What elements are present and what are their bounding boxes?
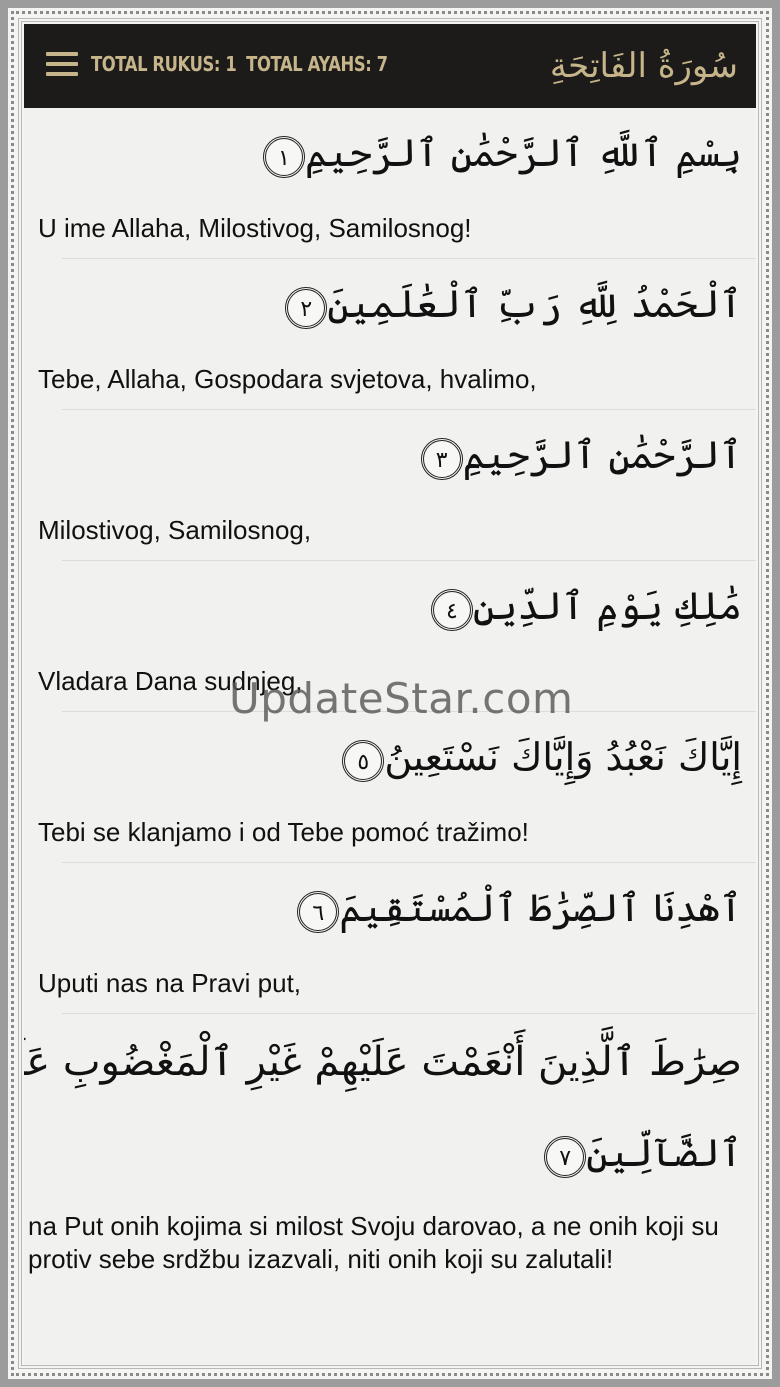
ayah-item[interactable]: إِيَّاكَ نَعْبُدُ وَإِيَّاكَ نَسْتَعِينُ…: [24, 712, 756, 863]
watermark: UpdateStar.com: [229, 674, 574, 723]
ayah-translation: Tebi se klanjamo i od Tebe pomoć tražimo…: [38, 817, 529, 847]
ayah-translation: Uputi nas na Pravi put,: [38, 968, 302, 998]
ayah-item[interactable]: ٱلْحَمْدُ لِلَّهِ رَبِّ ٱلْعَٰلَمِينَ٢ T…: [24, 259, 756, 410]
surah-stats: TOTAL RUKUS: 1 TOTAL AYAHS: 7: [91, 52, 398, 76]
header-bar: TOTAL RUKUS: 1 TOTAL AYAHS: 7 سُورَةُ الف…: [24, 24, 756, 108]
ayah-arabic: مَٰلِكِ يَوْمِ ٱلدِّينِ٤: [24, 561, 756, 651]
ayah-arabic-text: ٱهْدِنَا ٱلصِّرَٰطَ ٱلْمُسْتَقِيمَ: [339, 886, 742, 930]
surah-title: سُورَةُ الفَاتِحَةِ: [549, 46, 738, 86]
total-rukus: TOTAL RUKUS: 1: [91, 52, 237, 76]
ayah-number-marker: ٢: [285, 286, 328, 329]
ayah-item[interactable]: ٱهْدِنَا ٱلصِّرَٰطَ ٱلْمُسْتَقِيمَ٦ Uput…: [24, 863, 756, 1014]
ayah-number-marker: ٤: [430, 588, 473, 631]
ayah-translation: na Put onih kojima si milost Svoju darov…: [28, 1211, 719, 1274]
ayah-arabic-text: ٱلْحَمْدُ لِلَّهِ رَبِّ ٱلْعَٰلَمِينَ: [327, 282, 742, 326]
ayah-number-marker: ٥: [342, 739, 385, 782]
ayah-arabic: ٱلرَّحْمَٰنِ ٱلرَّحِيمِ٣: [24, 410, 756, 500]
reader-page: TOTAL RUKUS: 1 TOTAL AYAHS: 7 سُورَةُ الف…: [24, 24, 756, 1364]
ayah-arabic-text: بِسْمِ ٱللَّهِ ٱلرَّحْمَٰنِ ٱلرَّحِيمِ: [304, 131, 742, 175]
ayah-arabic: ٱلْحَمْدُ لِلَّهِ رَبِّ ٱلْعَٰلَمِينَ٢: [24, 259, 756, 349]
ayah-translation: Tebe, Allaha, Gospodara svjetova, hvalim…: [38, 364, 537, 394]
ayah-arabic-text: ٱلضَّآلِّينَ: [586, 1131, 742, 1175]
ayah-arabic-text: مَٰلِكِ يَوْمِ ٱلدِّينِ: [472, 584, 742, 628]
ayah-number-marker: ٣: [420, 437, 463, 480]
ayah-translation: Milostivog, Samilosnog,: [38, 515, 312, 545]
ayah-item[interactable]: ٱلرَّحْمَٰنِ ٱلرَّحِيمِ٣ Milostivog, Sam…: [24, 410, 756, 561]
total-ayahs: TOTAL AYAHS: 7: [246, 52, 388, 76]
ayah-arabic-text: إِيَّاكَ نَعْبُدُ وَإِيَّاكَ نَسْتَعِينُ: [384, 735, 742, 779]
ayah-number-marker: ١: [262, 135, 305, 178]
hamburger-menu-icon[interactable]: [46, 52, 78, 80]
ayah-number-marker: ٧: [544, 1135, 587, 1178]
ayah-translation: U ime Allaha, Milostivog, Samilosnog!: [38, 213, 472, 243]
ayah-item[interactable]: بِسْمِ ٱللَّهِ ٱلرَّحْمَٰنِ ٱلرَّحِيمِ١ …: [24, 108, 756, 259]
ayah-number-marker: ٦: [297, 890, 340, 933]
ayah-arabic: صِرَٰطَ ٱلَّذِينَ أَنْعَمْتَ عَلَيْهِمْ …: [24, 1039, 742, 1085]
ayah-arabic: بِسْمِ ٱللَّهِ ٱلرَّحْمَٰنِ ٱلرَّحِيمِ١: [24, 108, 756, 198]
ayah-arabic-continued: ٱلضَّآلِّينَ٧: [24, 1110, 756, 1196]
ayah-item[interactable]: صِرَٰطَ ٱلَّذِينَ أَنْعَمْتَ عَلَيْهِمْ …: [24, 1014, 756, 1276]
ayah-arabic: ٱهْدِنَا ٱلصِّرَٰطَ ٱلْمُسْتَقِيمَ٦: [24, 863, 756, 953]
ayah-arabic-text: ٱلرَّحْمَٰنِ ٱلرَّحِيمِ: [462, 433, 742, 477]
ayah-arabic: إِيَّاكَ نَعْبُدُ وَإِيَّاكَ نَسْتَعِينُ…: [24, 712, 756, 802]
